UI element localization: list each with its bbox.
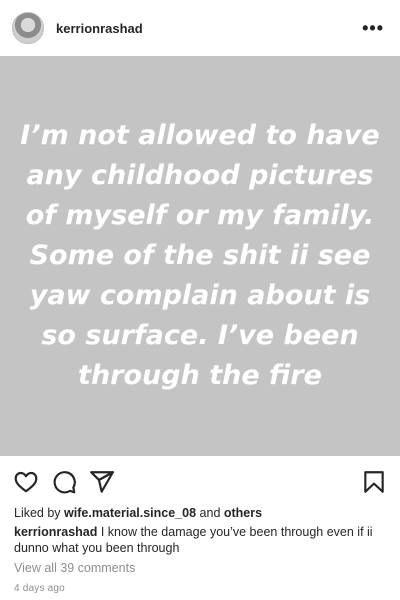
avatar[interactable] [12, 12, 44, 44]
liked-by-user[interactable]: wife.material.since_08 [64, 506, 196, 520]
post-username[interactable]: kerrionrashad [56, 21, 358, 36]
share-icon[interactable] [88, 468, 116, 496]
post-actions [0, 462, 400, 502]
bookmark-icon[interactable] [360, 468, 388, 496]
more-options-icon[interactable]: ••• [358, 19, 388, 37]
comment-icon[interactable] [50, 468, 78, 496]
likes-line: Liked by wife.material.since_08 and othe… [14, 506, 262, 520]
likes-others[interactable]: others [224, 506, 262, 520]
post-timestamp: 4 days ago [14, 583, 65, 594]
post-image-text: I’m not allowed to have any childhood pi… [20, 120, 380, 391]
post-header: kerrionrashad ••• [0, 0, 400, 56]
view-all-comments-link[interactable]: View all 39 comments [14, 561, 135, 575]
caption-username[interactable]: kerrionrashad [14, 525, 97, 539]
post-image[interactable]: I’m not allowed to have any childhood pi… [0, 56, 400, 456]
likes-conjunction: and [196, 506, 224, 520]
heart-icon[interactable] [12, 468, 40, 496]
post-caption: kerrionrashad I know the damage you’ve b… [14, 524, 386, 556]
likes-prefix: Liked by [14, 506, 65, 520]
